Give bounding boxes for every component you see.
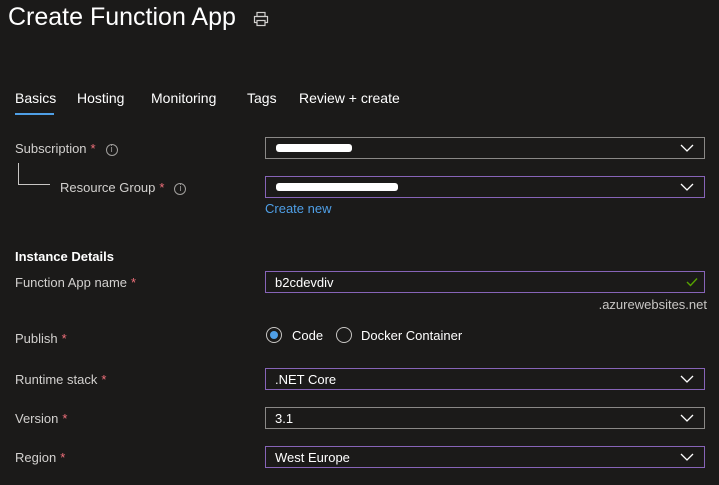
function-app-name-value: b2cdevdiv <box>275 275 334 290</box>
tab-monitoring[interactable]: Monitoring <box>151 90 216 106</box>
required-marker: * <box>60 450 66 465</box>
required-marker: * <box>90 141 96 156</box>
checkmark-icon <box>686 278 698 287</box>
tree-connector <box>18 184 50 185</box>
tab-basics[interactable]: Basics <box>15 90 56 106</box>
required-marker: * <box>101 372 107 387</box>
publish-code-radio[interactable] <box>266 327 282 343</box>
resource-group-select[interactable] <box>265 176 705 198</box>
print-icon[interactable] <box>253 11 269 27</box>
region-label: Region * <box>15 450 66 465</box>
publish-docker-label[interactable]: Docker Container <box>361 328 462 343</box>
publish-label: Publish * <box>15 331 67 346</box>
function-app-name-label: Function App name * <box>15 275 137 290</box>
required-marker: * <box>159 180 165 195</box>
chevron-down-icon <box>680 414 694 422</box>
runtime-stack-label: Runtime stack * <box>15 372 107 387</box>
chevron-down-icon <box>680 144 694 152</box>
domain-suffix: .azurewebsites.net <box>598 297 707 312</box>
runtime-stack-value: .NET Core <box>275 372 337 387</box>
version-select[interactable]: 3.1 <box>265 407 705 429</box>
info-icon[interactable]: i <box>174 183 187 195</box>
function-app-name-input[interactable]: b2cdevdiv <box>265 271 705 293</box>
subscription-label: Subscription * i <box>15 141 118 156</box>
tab-hosting[interactable]: Hosting <box>77 90 124 106</box>
chevron-down-icon <box>680 183 694 191</box>
instance-details-heading: Instance Details <box>15 249 114 264</box>
runtime-stack-select[interactable]: .NET Core <box>265 368 705 390</box>
chevron-down-icon <box>680 453 694 461</box>
tab-tags[interactable]: Tags <box>247 90 277 106</box>
create-new-link[interactable]: Create new <box>265 201 331 216</box>
tree-connector <box>18 163 19 184</box>
version-value: 3.1 <box>275 411 294 426</box>
publish-docker-radio[interactable] <box>336 327 352 343</box>
active-tab-indicator <box>15 113 54 115</box>
page-title: Create Function App <box>8 3 236 31</box>
region-value: West Europe <box>275 450 350 465</box>
required-marker: * <box>61 331 67 346</box>
version-label: Version * <box>15 411 68 426</box>
publish-code-label[interactable]: Code <box>292 328 323 343</box>
tab-review-create[interactable]: Review + create <box>299 90 400 106</box>
subscription-select[interactable] <box>265 137 705 159</box>
redacted-value <box>276 144 352 152</box>
required-marker: * <box>131 275 137 290</box>
redacted-value <box>276 183 398 191</box>
region-select[interactable]: West Europe <box>265 446 705 468</box>
info-icon[interactable]: i <box>105 144 118 156</box>
required-marker: * <box>62 411 68 426</box>
resource-group-label: Resource Group * i <box>60 180 187 195</box>
chevron-down-icon <box>680 375 694 383</box>
